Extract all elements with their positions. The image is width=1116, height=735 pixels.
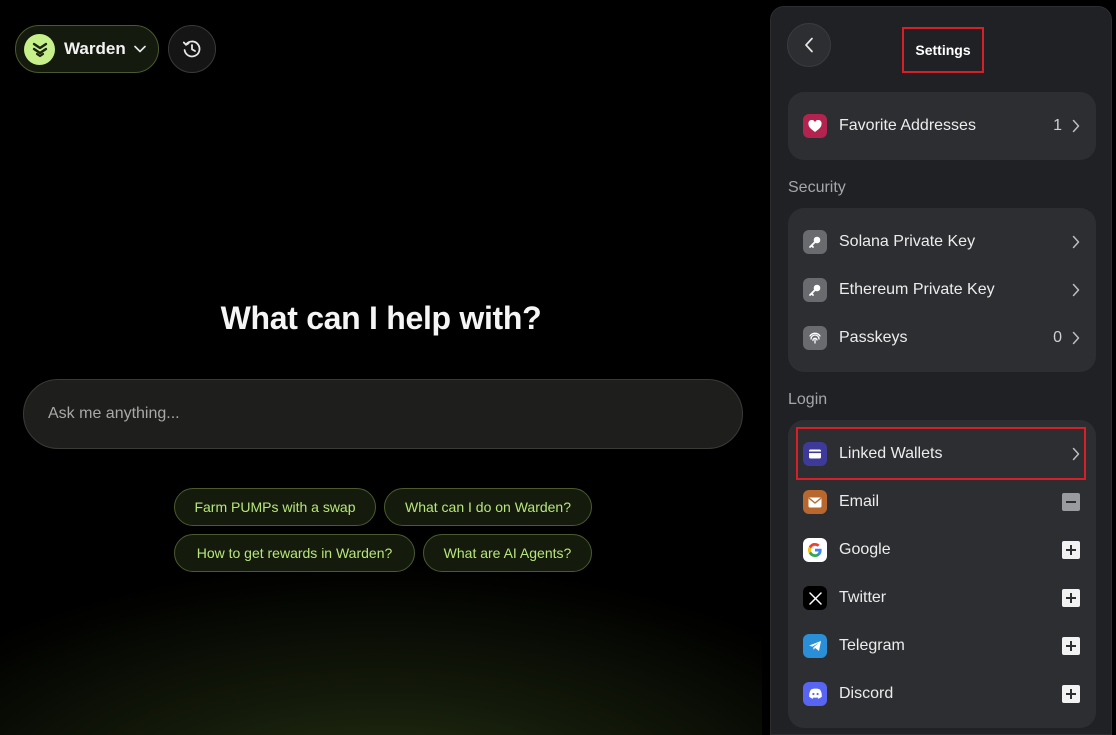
passkeys-label: Passkeys — [839, 329, 908, 346]
suggestion-chip[interactable]: How to get rewards in Warden? — [174, 534, 415, 572]
x-logo-icon — [803, 586, 827, 610]
plus-icon[interactable] — [1062, 541, 1080, 559]
chevron-right-icon — [1072, 119, 1080, 133]
ask-input[interactable] — [23, 379, 743, 449]
google-icon — [803, 538, 827, 562]
plus-icon[interactable] — [1062, 637, 1080, 655]
agent-selector-button[interactable]: Warden — [15, 25, 159, 73]
security-card: Solana Private Key Ethereum Private Key … — [788, 208, 1096, 372]
chevron-down-icon — [133, 45, 146, 53]
warden-logo-icon — [24, 33, 55, 65]
favorite-addresses-label: Favorite Addresses — [839, 117, 976, 134]
chevron-right-icon — [1072, 447, 1080, 461]
chevron-right-icon — [1072, 331, 1080, 345]
key-icon — [803, 278, 827, 302]
google-row[interactable]: Google — [788, 526, 1096, 574]
history-button[interactable] — [168, 25, 216, 73]
solana-private-key-label: Solana Private Key — [839, 233, 976, 250]
twitter-label: Twitter — [839, 589, 887, 606]
telegram-icon — [803, 634, 827, 658]
remove-icon[interactable] — [1062, 493, 1080, 511]
hero-title: What can I help with? — [220, 300, 542, 336]
twitter-row[interactable]: Twitter — [788, 574, 1096, 622]
key-icon — [803, 230, 827, 254]
passkeys-count: 0 — [1053, 329, 1062, 346]
discord-icon — [803, 682, 827, 706]
favorites-card: Favorite Addresses 1 — [788, 92, 1096, 160]
history-icon — [181, 38, 203, 60]
favorite-addresses-count: 1 — [1053, 117, 1062, 134]
chevron-left-icon — [804, 37, 814, 53]
login-section-label: Login — [788, 391, 828, 408]
passkeys-row[interactable]: Passkeys 0 — [788, 314, 1096, 362]
security-section-label: Security — [788, 179, 846, 196]
email-row[interactable]: Email — [788, 478, 1096, 526]
suggestion-chip[interactable]: What are AI Agents? — [423, 534, 592, 572]
login-card: Linked Wallets Email Google Twitter Tele… — [788, 420, 1096, 728]
main-area: Warden What can I help with? Farm PUMPs … — [0, 0, 762, 735]
chevron-right-icon — [1072, 283, 1080, 297]
settings-title: Settings — [902, 27, 984, 73]
mail-icon — [803, 490, 827, 514]
back-button[interactable] — [787, 23, 831, 67]
heart-icon — [803, 114, 827, 138]
discord-label: Discord — [839, 685, 894, 702]
linked-wallets-row[interactable]: Linked Wallets — [788, 430, 1096, 478]
linked-wallets-label: Linked Wallets — [839, 445, 943, 462]
suggestion-chip[interactable]: What can I do on Warden? — [384, 488, 592, 526]
discord-row[interactable]: Discord — [788, 670, 1096, 718]
plus-icon[interactable] — [1062, 589, 1080, 607]
ethereum-private-key-row[interactable]: Ethereum Private Key — [788, 266, 1096, 314]
ethereum-private-key-label: Ethereum Private Key — [839, 281, 995, 298]
plus-icon[interactable] — [1062, 685, 1080, 703]
favorite-addresses-row[interactable]: Favorite Addresses 1 — [788, 102, 1096, 150]
brand-name: Warden — [64, 39, 126, 58]
chevron-right-icon — [1072, 235, 1080, 249]
wallet-icon — [803, 442, 827, 466]
fingerprint-icon — [803, 326, 827, 350]
telegram-row[interactable]: Telegram — [788, 622, 1096, 670]
email-label: Email — [839, 493, 880, 510]
suggestion-chip[interactable]: Farm PUMPs with a swap — [174, 488, 376, 526]
google-label: Google — [839, 541, 891, 558]
solana-private-key-row[interactable]: Solana Private Key — [788, 218, 1096, 266]
settings-panel: Settings Favorite Addresses 1 Security S… — [770, 6, 1112, 735]
telegram-label: Telegram — [839, 637, 905, 654]
